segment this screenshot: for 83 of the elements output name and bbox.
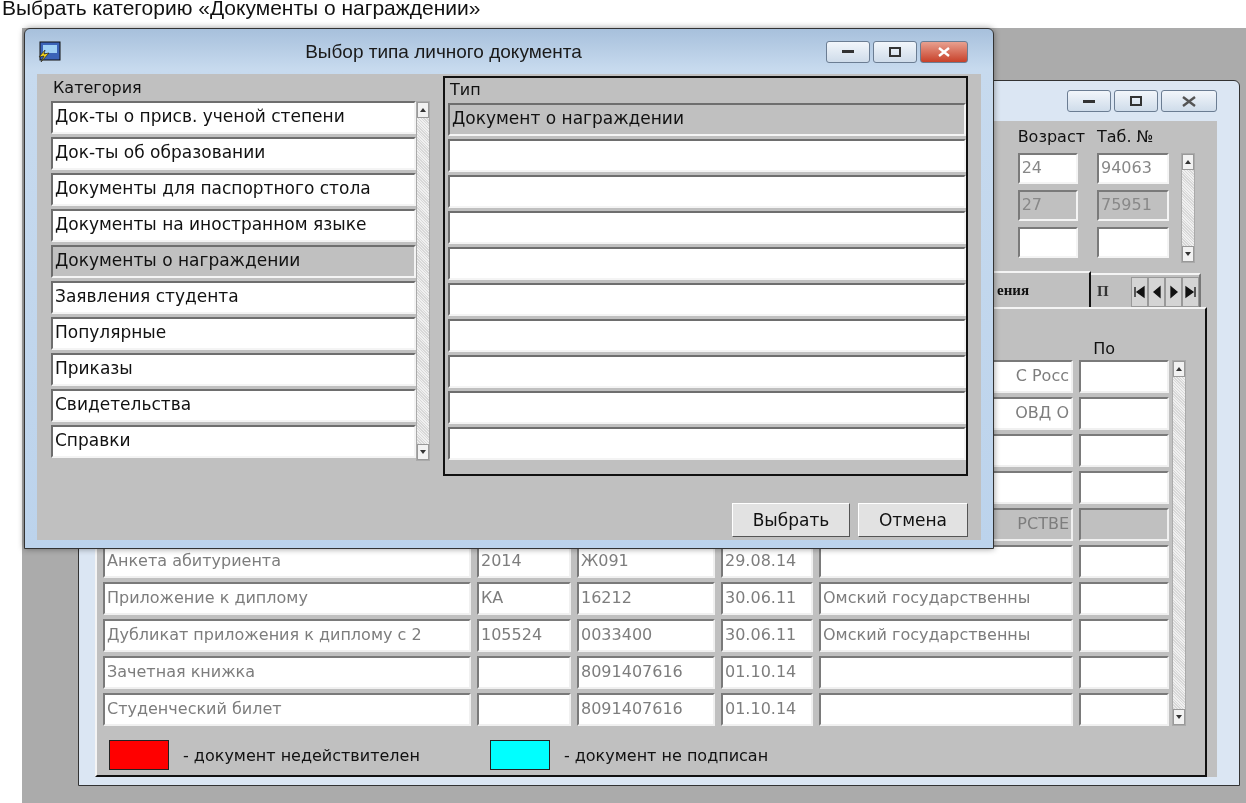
close-button[interactable] — [920, 40, 968, 63]
list-item[interactable]: Свидетельства — [51, 389, 416, 422]
scroll-up-icon[interactable] — [1176, 367, 1182, 371]
maximize-icon — [889, 46, 901, 57]
list-item[interactable]: Документы о награждении — [51, 245, 416, 278]
nav-button[interactable] — [1182, 277, 1199, 307]
list-item[interactable] — [448, 139, 966, 172]
table-cell: 94063 — [1097, 153, 1169, 184]
minimize-icon — [842, 49, 854, 54]
minimize-button[interactable] — [826, 40, 870, 63]
previous-icon — [1151, 285, 1162, 299]
column-header: По — [1093, 339, 1115, 359]
minimize-icon — [1083, 98, 1095, 104]
column-header: Возраст — [1017, 127, 1085, 147]
close-button[interactable] — [1161, 90, 1217, 112]
list-item[interactable]: Док-ты об образовании — [51, 137, 416, 170]
table-cell: 01.10.14 — [721, 693, 813, 726]
legend-label: - документ недействителен — [183, 745, 420, 765]
list-item[interactable] — [448, 175, 966, 208]
maximize-button[interactable] — [873, 40, 917, 63]
table-cell: Омский государственны — [819, 582, 1073, 615]
cancel-button[interactable]: Отмена — [858, 503, 968, 537]
tab[interactable]: ения — [991, 271, 1091, 307]
close-icon — [938, 46, 950, 57]
list-item[interactable]: Заявления студента — [51, 281, 416, 314]
table-cell: Приложение к диплому — [103, 582, 471, 615]
list-item[interactable]: Документ о награждении — [448, 103, 966, 136]
table-cell: 24 — [1017, 153, 1078, 184]
table-cell: 8091407616 — [577, 656, 715, 689]
nav-button[interactable] — [1148, 277, 1165, 307]
scroll-up-icon[interactable] — [420, 108, 426, 112]
table-cell: 0033400 — [577, 619, 715, 652]
table-cell: 105524 — [477, 619, 571, 652]
scrollbar[interactable] — [1172, 360, 1186, 726]
window-title: Выбор типа личного документа — [304, 40, 583, 63]
list-item[interactable]: Документы для паспортного стола — [51, 173, 416, 206]
caption-text: Выбрать категорию «Документы о награждении» — [1, 0, 482, 21]
column-header: Тип — [449, 79, 482, 101]
maximize-icon — [1130, 96, 1142, 106]
list-item[interactable] — [448, 211, 966, 244]
list-item[interactable] — [448, 283, 966, 316]
table-cell: КА — [477, 582, 571, 615]
table-cell: 75951 — [1097, 190, 1169, 221]
table-cell: Дубликат приложения к диплому с 2 — [103, 619, 471, 652]
tab[interactable]: П — [1091, 273, 1201, 307]
table-cell: 16212 — [577, 582, 715, 615]
table-cell: 30.06.11 — [721, 619, 813, 652]
list-item[interactable]: Справки — [51, 425, 416, 458]
maximize-button[interactable] — [1114, 90, 1158, 112]
table-cell: 27 — [1017, 190, 1078, 221]
list-item[interactable]: Популярные — [51, 317, 416, 350]
scroll-down-icon[interactable] — [1176, 715, 1182, 719]
minimize-button[interactable] — [1067, 90, 1111, 112]
table-cell: 30.06.11 — [721, 582, 813, 615]
table-cell: 01.10.14 — [721, 656, 813, 689]
column-header: Категория — [52, 77, 143, 99]
list-item[interactable] — [448, 427, 966, 460]
last-icon — [1185, 285, 1196, 299]
scroll-down-icon[interactable] — [1185, 252, 1191, 256]
nav-button[interactable] — [1131, 277, 1148, 307]
app-icon — [37, 40, 61, 63]
table-cell: Омский государственны — [819, 619, 1073, 652]
list-item[interactable] — [448, 355, 966, 388]
scroll-down-icon[interactable] — [420, 450, 426, 454]
scrollbar[interactable] — [1181, 153, 1195, 263]
column-header: Таб. № — [1097, 127, 1155, 147]
list-item[interactable] — [448, 319, 966, 352]
list-item[interactable] — [448, 391, 966, 424]
scroll-up-icon[interactable] — [1185, 160, 1191, 164]
list-item[interactable] — [448, 247, 966, 280]
scrollbar[interactable] — [416, 101, 430, 461]
next-icon — [1168, 285, 1179, 299]
nav-button[interactable] — [1165, 277, 1182, 307]
legend-label: - документ не подписан — [563, 745, 769, 765]
select-button[interactable]: Выбрать — [732, 503, 850, 537]
close-icon — [1182, 95, 1196, 107]
first-icon — [1134, 285, 1145, 299]
list-item[interactable]: Док-ты о присв. ученой степени — [51, 101, 416, 134]
list-item[interactable]: Приказы — [51, 353, 416, 386]
table-cell: Студенческий билет — [103, 693, 471, 726]
table-cell: 8091407616 — [577, 693, 715, 726]
list-item[interactable]: Документы на иностранном языке — [51, 209, 416, 242]
table-cell: Зачетная книжка — [103, 656, 471, 689]
